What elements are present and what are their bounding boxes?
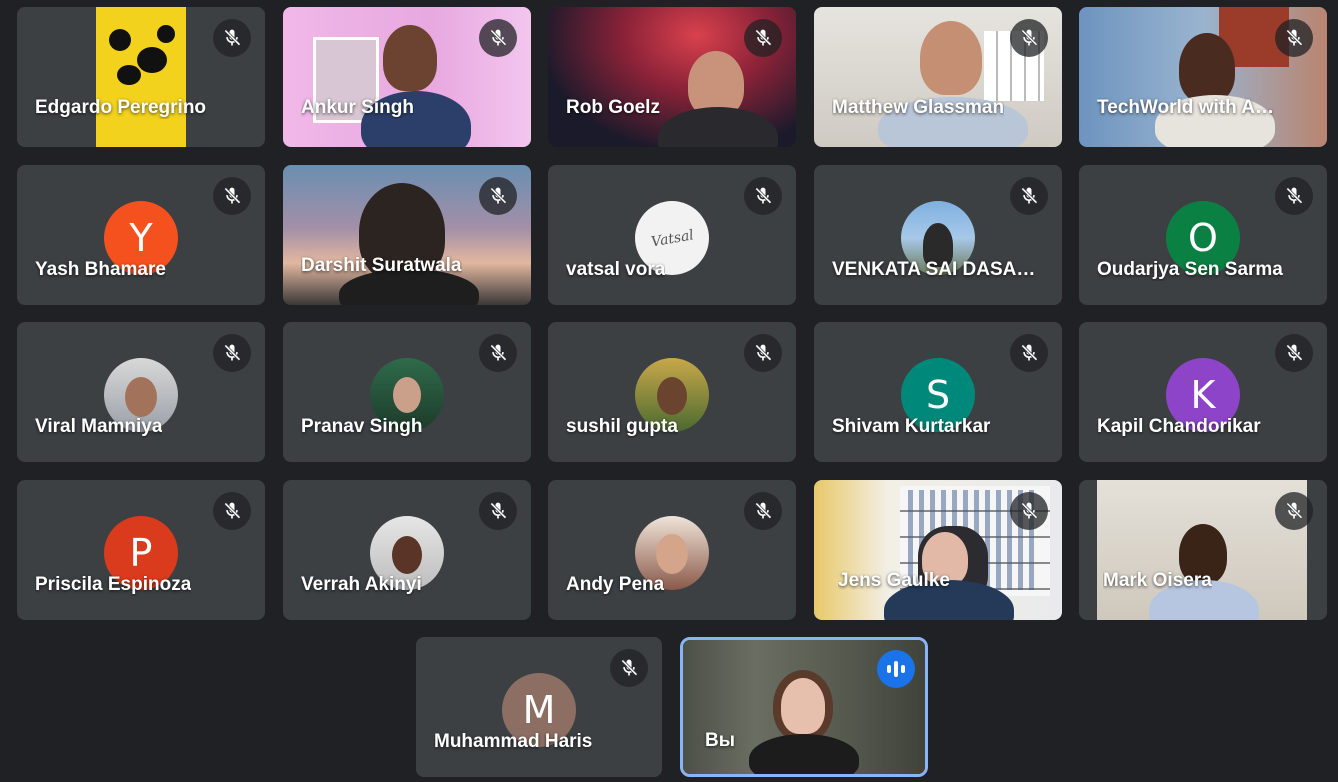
participant-name: Pranav Singh xyxy=(301,416,423,437)
participant-name: Yash Bhamare xyxy=(35,259,166,280)
participant-tile-kapil-chandorikar[interactable]: K Kapil Chandorikar xyxy=(1079,322,1327,462)
participant-tile-rob-goelz[interactable]: Rob Goelz xyxy=(548,7,796,147)
participant-name: Mark Oisera xyxy=(1103,570,1212,591)
participant-tile-vatsal-vora[interactable]: Vatsal vatsal vora xyxy=(548,165,796,305)
participant-name: Rob Goelz xyxy=(566,97,660,118)
participant-name: Muhammad Haris xyxy=(434,731,593,752)
mic-off-icon xyxy=(744,177,782,215)
participant-tile-techworld[interactable]: TechWorld with A… xyxy=(1079,7,1327,147)
participant-tile-mark-oisera[interactable]: Mark Oisera xyxy=(1079,480,1327,620)
participant-name: Darshit Suratwala xyxy=(301,255,462,276)
mic-off-icon xyxy=(610,649,648,687)
mic-off-icon xyxy=(479,492,517,530)
participant-tile-venkata-sai-dasa[interactable]: VENKATA SAI DASA… xyxy=(814,165,1062,305)
mic-off-icon xyxy=(1010,19,1048,57)
participant-name: TechWorld with A… xyxy=(1097,97,1274,118)
mic-off-icon xyxy=(1275,19,1313,57)
mic-off-icon xyxy=(479,177,517,215)
participant-tile-pranav-singh[interactable]: Pranav Singh xyxy=(283,322,531,462)
self-tile[interactable]: Вы xyxy=(680,637,928,777)
participant-tile-sushil-gupta[interactable]: sushil gupta xyxy=(548,322,796,462)
participant-tile-shivam-kurtarkar[interactable]: S Shivam Kurtarkar xyxy=(814,322,1062,462)
participant-name: Shivam Kurtarkar xyxy=(832,416,991,437)
participant-name: Oudarjya Sen Sarma xyxy=(1097,259,1283,280)
avatar-initial: S xyxy=(925,373,951,417)
participant-tile-ankur-singh[interactable]: Ankur Singh xyxy=(283,7,531,147)
participant-tile-matthew-glassman[interactable]: Matthew Glassman xyxy=(814,7,1062,147)
participant-name: Priscila Espinoza xyxy=(35,574,192,595)
mic-off-icon xyxy=(213,177,251,215)
participant-tile-muhammad-haris[interactable]: M Muhammad Haris xyxy=(416,637,662,777)
participant-tile-jens-gaulke[interactable]: Jens Gaulke xyxy=(814,480,1062,620)
mic-off-icon xyxy=(1010,334,1048,372)
participant-tile-oudarjya-sen-sarma[interactable]: O Oudarjya Sen Sarma xyxy=(1079,165,1327,305)
mic-off-icon xyxy=(1275,334,1313,372)
avatar-initial: P xyxy=(129,531,153,575)
participant-tile-edgardo-peregrino[interactable]: Edgardo Peregrino xyxy=(17,7,265,147)
audio-level-icon xyxy=(877,650,915,688)
avatar-initial: O xyxy=(1188,216,1218,260)
svg-text:Vatsal: Vatsal xyxy=(650,227,695,250)
participant-name: VENKATA SAI DASA… xyxy=(832,259,1036,280)
self-name: Вы xyxy=(705,730,735,751)
participant-name: Jens Gaulke xyxy=(838,570,950,591)
participant-name: Kapil Chandorikar xyxy=(1097,416,1261,437)
mic-off-icon xyxy=(213,19,251,57)
participant-tile-darshit-suratwala[interactable]: Darshit Suratwala xyxy=(283,165,531,305)
avatar-initial: K xyxy=(1190,373,1216,417)
mic-off-icon xyxy=(744,334,782,372)
mic-off-icon xyxy=(744,492,782,530)
participant-tile-priscila-espinoza[interactable]: P Priscila Espinoza xyxy=(17,480,265,620)
participant-name: Viral Mamniya xyxy=(35,416,163,437)
participant-name: Matthew Glassman xyxy=(832,97,1005,118)
avatar-initial: M xyxy=(522,688,556,732)
participant-name: Edgardo Peregrino xyxy=(35,97,207,118)
mic-off-icon xyxy=(744,19,782,57)
participant-name: Verrah Akinyi xyxy=(301,574,422,595)
mic-off-icon xyxy=(1275,492,1313,530)
mic-off-icon xyxy=(1275,177,1313,215)
participant-tile-verrah-akinyi[interactable]: Verrah Akinyi xyxy=(283,480,531,620)
participant-tile-andy-pena[interactable]: Andy Pena xyxy=(548,480,796,620)
mic-off-icon xyxy=(479,334,517,372)
participant-name: Andy Pena xyxy=(566,574,665,595)
mic-off-icon xyxy=(1010,492,1048,530)
participant-tile-yash-bhamare[interactable]: Y Yash Bhamare xyxy=(17,165,265,305)
participant-name: vatsal vora xyxy=(566,259,666,280)
participant-tile-viral-mamniya[interactable]: Viral Mamniya xyxy=(17,322,265,462)
participant-name: sushil gupta xyxy=(566,416,678,437)
mic-off-icon xyxy=(1010,177,1048,215)
mic-off-icon xyxy=(213,334,251,372)
avatar-initial: Y xyxy=(129,216,153,260)
mic-off-icon xyxy=(213,492,251,530)
participant-name: Ankur Singh xyxy=(301,97,414,118)
mic-off-icon xyxy=(479,19,517,57)
